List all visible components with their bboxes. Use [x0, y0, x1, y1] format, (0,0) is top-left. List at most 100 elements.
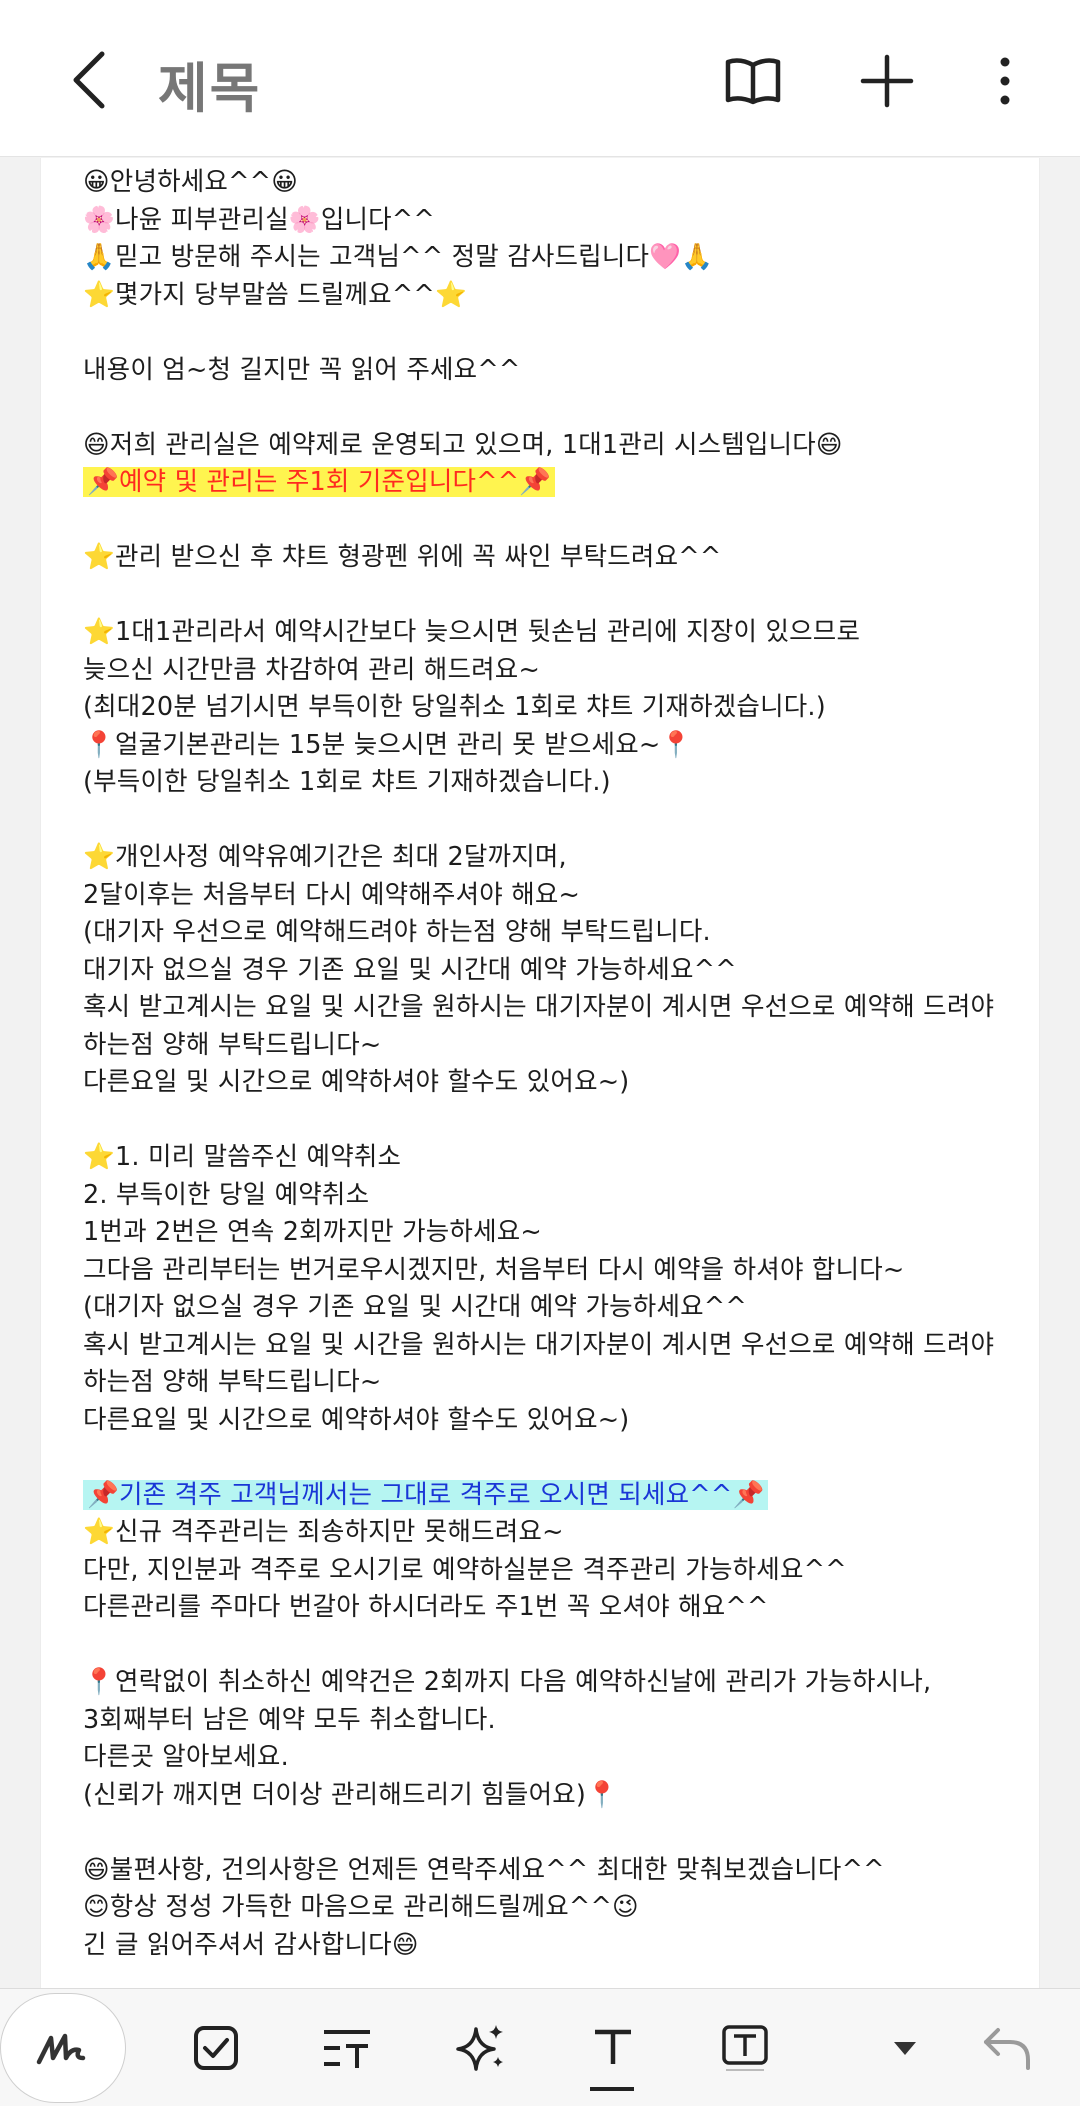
note-line: 다른요일 및 시간으로 예약하셔야 할수도 있어요~) [83, 1064, 1023, 1102]
book-icon [725, 58, 781, 105]
back-arrow-icon [73, 51, 105, 109]
note-page[interactable]: 😀안녕하세요^^😀 🌸나윤 피부관리실🌸입니다^^ 🙏믿고 방문해 주시는 고객님^… [40, 158, 1040, 1988]
text-box-icon [722, 2025, 768, 2071]
line-text: ⭐1. 미리 말씀주신 예약취소 [83, 1142, 402, 1172]
handwriting-button[interactable] [0, 1993, 126, 2103]
note-line: (대기자 없으실 경우 기존 요일 및 시간대 예약 가능하세요^^ [83, 1289, 1023, 1327]
note-line: (대기자 우선으로 예약해드려야 하는점 양해 부탁드립니다. [83, 914, 1023, 952]
line-text: 늦으신 시간만큼 차감하여 관리 해드려요~ [83, 654, 541, 685]
back-button[interactable] [62, 48, 118, 112]
line-text: 😀안녕하세요^^😀 [83, 167, 298, 197]
note-line: 대기자 없으실 경우 기존 요일 및 시간대 예약 가능하세요^^ [83, 952, 1023, 990]
line-text: 대기자 없으실 경우 기존 요일 및 시간대 예약 가능하세요^^ [83, 954, 737, 985]
add-button[interactable] [856, 50, 918, 112]
line-text: 긴 글 읽어주셔서 감사합니다😄 [83, 1929, 419, 1960]
note-line: ⭐신규 격주관리는 죄송하지만 못해드려요~ [83, 1514, 1023, 1552]
checkbox-icon [194, 2026, 238, 2070]
note-line: (부득이한 당일취소 1회로 챠트 기재하겠습니다.) [83, 764, 1023, 802]
toolbar-expand-button[interactable] [870, 2013, 940, 2083]
more-options-button[interactable] [990, 50, 1020, 112]
line-text: ⭐관리 받으신 후 챠트 형광펜 위에 꼭 싸인 부탁드려요^^ [83, 542, 722, 572]
note-line: 다른곳 알아보세요. [83, 1739, 1023, 1777]
line-text: 📍얼굴기본관리는 15분 늦으시면 관리 못 받으세요~📍 [83, 729, 693, 760]
line-text: ⭐개인사정 예약유예기간은 최대 2달까지며, [83, 842, 567, 872]
line-text: 😄불편사항, 건의사항은 언제든 연락주세요^^ 최대한 맞춰보겠습니다^^ [83, 1854, 885, 1885]
note-line: 늦으신 시간만큼 차감하여 관리 해드려요~ [83, 652, 1023, 690]
text-box-button[interactable] [710, 2013, 780, 2083]
note-line: 내용이 엄~청 길지만 꼭 읽어 주세요^^ [83, 352, 1023, 390]
note-line: 하는점 양해 부탁드립니다~ [83, 1027, 1023, 1065]
line-text: 1번과 2번은 연속 2회까지만 가능하세요~ [83, 1217, 542, 1247]
line-text: 다른요일 및 시간으로 예약하셔야 할수도 있어요~) [83, 1067, 630, 1097]
line-text: (대기자 없으실 경우 기존 요일 및 시간대 예약 가능하세요^^ [83, 1292, 747, 1322]
line-text: 혹시 받고계시는 요일 및 시간을 원하시는 대기자분이 계시면 우선으로 예약… [83, 992, 995, 1022]
note-line: ⭐관리 받으신 후 챠트 형광펜 위에 꼭 싸인 부탁드려요^^ [83, 539, 1023, 577]
note-line: 그다음 관리부터는 번거로우시겠지만, 처음부터 다시 예약을 하셔야 합니다~ [83, 1252, 1023, 1290]
note-line: 2. 부득이한 당일 예약취소 [83, 1177, 1023, 1215]
note-line: (신뢰가 깨지면 더이상 관리해드리기 힘들어요)📍 [83, 1777, 1023, 1815]
line-text: 다른관리를 주마다 번갈아 하시더라도 주1번 꼭 오셔야 해요^^ [83, 1592, 769, 1622]
line-text: (부득이한 당일취소 1회로 챠트 기재하겠습니다.) [83, 767, 611, 797]
note-line: 1번과 2번은 연속 2회까지만 가능하세요~ [83, 1214, 1023, 1252]
note-line: 😀안녕하세요^^😀 [83, 164, 1023, 202]
note-line: (최대20분 넘기시면 부득이한 당일취소 1회로 챠트 기재하겠습니다.) [83, 689, 1023, 727]
note-line: 😄불편사항, 건의사항은 언제든 연락주세요^^ 최대한 맞춰보겠습니다^^ [83, 1852, 1023, 1890]
text-style-active-indicator [590, 2087, 634, 2091]
bottom-toolbar [0, 1988, 1080, 2106]
line-text: 혹시 받고계시는 요일 및 시간을 원하시는 대기자분이 계시면 우선으로 예약… [83, 1329, 995, 1360]
note-line: 😊항상 정성 가득한 마음으로 관리해드릴께요^^😉 [83, 1889, 1023, 1927]
more-vert-icon [1000, 57, 1010, 105]
note-line: ⭐몇가지 당부말씀 드릴께요^^⭐ [83, 277, 1023, 315]
top-app-bar: 제목 [0, 0, 1080, 157]
note-line: 다른요일 및 시간으로 예약하셔야 할수도 있어요~) [83, 1402, 1023, 1440]
line-text: (최대20분 넘기시면 부득이한 당일취소 1회로 챠트 기재하겠습니다.) [83, 692, 826, 722]
note-line: ⭐개인사정 예약유예기간은 최대 2달까지며, [83, 839, 1023, 877]
sparkle-ai-icon [456, 2025, 503, 2071]
note-line: 📍연락없이 취소하신 예약건은 2회까지 다음 예약하신날에 관리가 가능하시나… [83, 1664, 1023, 1702]
line-text: (신뢰가 깨지면 더이상 관리해드리기 힘들어요)📍 [83, 1779, 619, 1810]
note-line: ⭐1대1관리라서 예약시간보다 늦으시면 뒷손님 관리에 지장이 있으므로 [83, 614, 1023, 652]
line-text: 😄저희 관리실은 예약제로 운영되고 있으며, 1대1관리 시스템입니다😄 [83, 429, 843, 460]
line-text: 내용이 엄~청 길지만 꼭 읽어 주세요^^ [83, 354, 521, 385]
line-text: 3회째부터 남은 예약 모두 취소합니다. [83, 1704, 496, 1735]
checkbox-button[interactable] [181, 2013, 251, 2083]
ai-assist-button[interactable] [446, 2013, 516, 2083]
reading-mode-button[interactable] [722, 50, 784, 112]
line-text: ⭐몇가지 당부말씀 드릴께요^^⭐ [83, 279, 467, 310]
page-title[interactable]: 제목 [158, 44, 261, 123]
line-text: ⭐1대1관리라서 예약시간보다 늦으시면 뒷손님 관리에 지장이 있으므로 [83, 617, 861, 647]
undo-button[interactable] [972, 2013, 1042, 2083]
line-text: 다른요일 및 시간으로 예약하셔야 할수도 있어요~) [83, 1404, 630, 1435]
line-text: 📍연락없이 취소하신 예약건은 2회까지 다음 예약하신날에 관리가 가능하시나… [83, 1667, 932, 1697]
note-line: 다른관리를 주마다 번갈아 하시더라도 주1번 꼭 오셔야 해요^^ [83, 1589, 1023, 1627]
line-text: (대기자 우선으로 예약해드려야 하는점 양해 부탁드립니다. [83, 917, 711, 947]
note-line: 다만, 지인분과 격주로 오시기로 예약하실분은 격주관리 가능하세요^^ [83, 1552, 1023, 1590]
note-line: 3회째부터 남은 예약 모두 취소합니다. [83, 1702, 1023, 1740]
line-text: 다만, 지인분과 격주로 오시기로 예약하실분은 격주관리 가능하세요^^ [83, 1554, 847, 1585]
text-style-icon [595, 2029, 631, 2064]
line-text: 😊항상 정성 가득한 마음으로 관리해드릴께요^^😉 [83, 1892, 639, 1922]
line-text: ⭐신규 격주관리는 죄송하지만 못해드려요~ [83, 1517, 564, 1547]
note-line: 🌸나윤 피부관리실🌸입니다^^ [83, 202, 1023, 240]
top-actions [722, 50, 1020, 112]
text-format-button[interactable] [312, 2013, 382, 2083]
undo-icon [984, 2028, 1030, 2070]
line-text: 2. 부득이한 당일 예약취소 [83, 1179, 370, 1210]
line-text: 하는점 양해 부탁드립니다~ [83, 1367, 382, 1397]
note-line: ⭐1. 미리 말씀주신 예약취소 [83, 1139, 1023, 1177]
note-body[interactable]: 😀안녕하세요^^😀 🌸나윤 피부관리실🌸입니다^^ 🙏믿고 방문해 주시는 고객님^… [83, 164, 1023, 1964]
note-line: 하는점 양해 부탁드립니다~ [83, 1364, 1023, 1402]
text-style-button[interactable] [578, 2013, 648, 2083]
note-line: 😄저희 관리실은 예약제로 운영되고 있으며, 1대1관리 시스템입니다😄 [83, 427, 1023, 465]
line-text: 다른곳 알아보세요. [83, 1742, 289, 1772]
note-line: 📌기존 격주 고객님께서는 그대로 격주로 오시면 되세요^^📌 [83, 1477, 1023, 1515]
